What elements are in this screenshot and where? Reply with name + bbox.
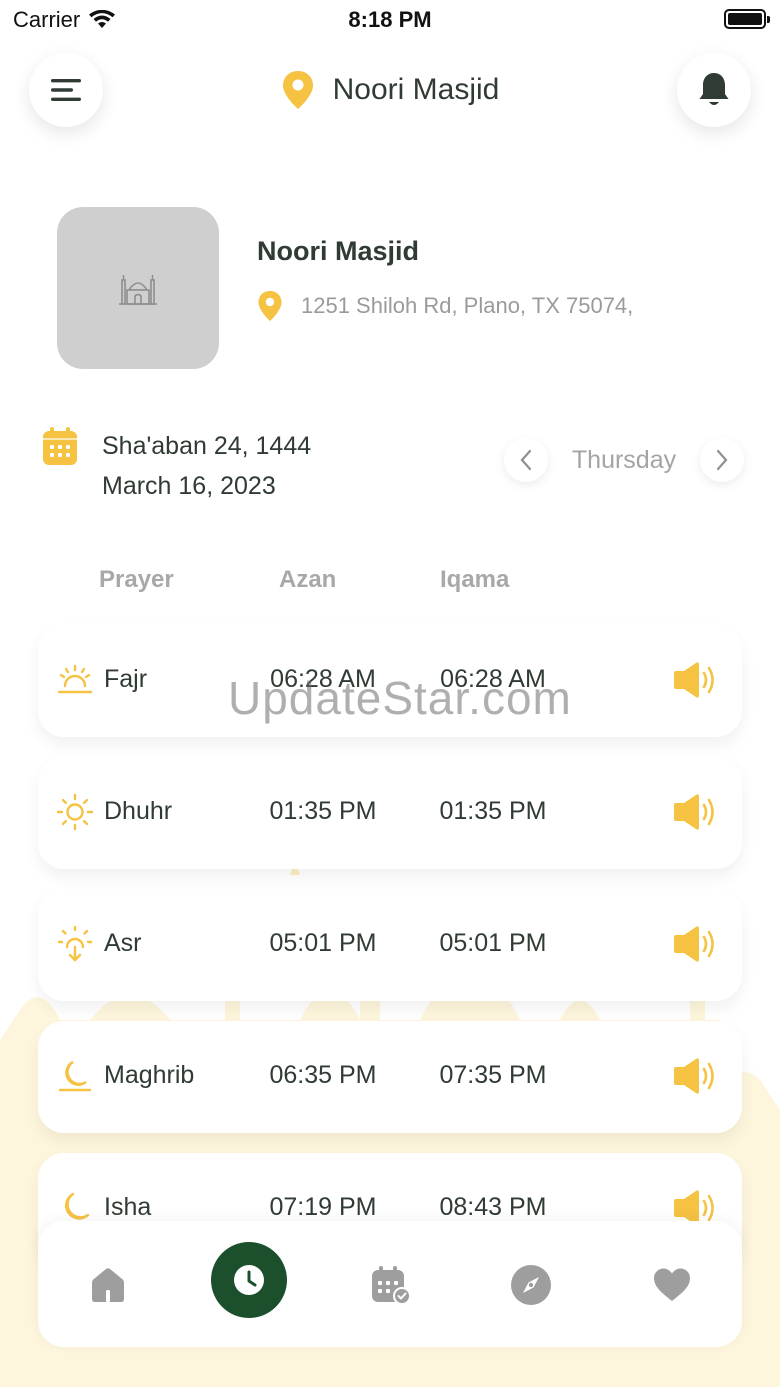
day-navigator: Thursday — [504, 438, 744, 482]
date-text: Sha'aban 24, 1444 March 16, 2023 — [102, 426, 311, 506]
col-prayer-label: Prayer — [99, 566, 174, 593]
nav-qibla[interactable] — [503, 1257, 559, 1313]
mosque-placeholder-icon — [119, 275, 157, 305]
address-pin-icon — [258, 291, 282, 321]
previous-day-button[interactable] — [504, 438, 548, 482]
prayer-azan-time: 07:19 PM — [269, 1193, 377, 1221]
nav-prayer-times[interactable] — [211, 1242, 287, 1318]
header-location[interactable]: Noori Masjid — [0, 70, 780, 110]
compass-icon — [511, 1265, 551, 1305]
sound-on-icon[interactable] — [672, 661, 718, 699]
sunrise-icon — [57, 664, 93, 694]
chevron-right-icon — [716, 449, 728, 471]
masjid-image — [57, 207, 219, 369]
prayer-row-asr[interactable]: Asr 05:01 PM 05:01 PM — [38, 889, 742, 1001]
date-block: Sha'aban 24, 1444 March 16, 2023 — [42, 426, 311, 506]
clock-icon — [234, 1265, 264, 1295]
prayer-iqama-time: 05:01 PM — [439, 929, 547, 957]
sun-icon — [56, 793, 94, 831]
day-label: Thursday — [571, 445, 677, 474]
masjid-address[interactable]: 1251 Shiloh Rd, Plano, TX 75074, — [257, 290, 633, 322]
heart-icon — [654, 1268, 690, 1301]
bottom-navigation — [38, 1221, 742, 1347]
prayer-name: Fajr — [104, 665, 148, 693]
sound-on-icon[interactable] — [672, 925, 718, 963]
sound-on-icon[interactable] — [672, 793, 718, 831]
nav-home[interactable] — [80, 1257, 136, 1313]
prayer-iqama-time: 07:35 PM — [439, 1061, 547, 1089]
hijri-date: Sha'aban 24, 1444 — [102, 432, 312, 460]
col-iqama-label: Iqama — [440, 566, 510, 593]
prayer-row-dhuhr[interactable]: Dhuhr 01:35 PM 01:35 PM — [38, 757, 742, 869]
nav-favorites[interactable] — [644, 1257, 700, 1313]
status-bar: Carrier 8:18 PM — [0, 0, 780, 40]
header-title: Noori Masjid — [332, 73, 500, 106]
prayer-row-maghrib[interactable]: Maghrib 06:35 PM 07:35 PM — [38, 1021, 742, 1133]
prayer-azan-time: 05:01 PM — [269, 929, 377, 957]
prayer-azan-time: 06:35 PM — [269, 1061, 377, 1089]
battery-icon — [724, 9, 770, 29]
nav-calendar[interactable] — [363, 1257, 419, 1313]
status-time: 8:18 PM — [348, 7, 432, 32]
bell-icon — [699, 73, 729, 105]
prayer-name: Dhuhr — [104, 797, 173, 825]
prayer-name: Maghrib — [104, 1061, 195, 1089]
calendar-icon — [43, 427, 77, 465]
col-azan-label: Azan — [279, 566, 337, 593]
calendar-check-icon — [372, 1266, 411, 1305]
gregorian-date: March 16, 2023 — [102, 472, 276, 500]
watermark: UpdateStar.com — [228, 672, 572, 724]
next-day-button[interactable] — [700, 438, 744, 482]
prayer-name: Asr — [104, 929, 142, 957]
prayer-name: Isha — [104, 1193, 152, 1221]
prayer-iqama-time: 01:35 PM — [439, 797, 547, 825]
home-icon — [92, 1268, 124, 1302]
sun-down-icon — [57, 925, 93, 962]
chevron-left-icon — [520, 449, 532, 471]
masjid-name: Noori Masjid — [257, 236, 420, 266]
location-pin-icon — [282, 71, 313, 109]
masjid-address-text: 1251 Shiloh Rd, Plano, TX 75074, — [301, 293, 634, 318]
notification-button[interactable] — [677, 53, 751, 127]
sound-on-icon[interactable] — [672, 1057, 718, 1095]
prayer-azan-time: 01:35 PM — [269, 797, 377, 825]
prayer-iqama-time: 08:43 PM — [439, 1193, 547, 1221]
sunset-moon-icon — [58, 1060, 92, 1092]
